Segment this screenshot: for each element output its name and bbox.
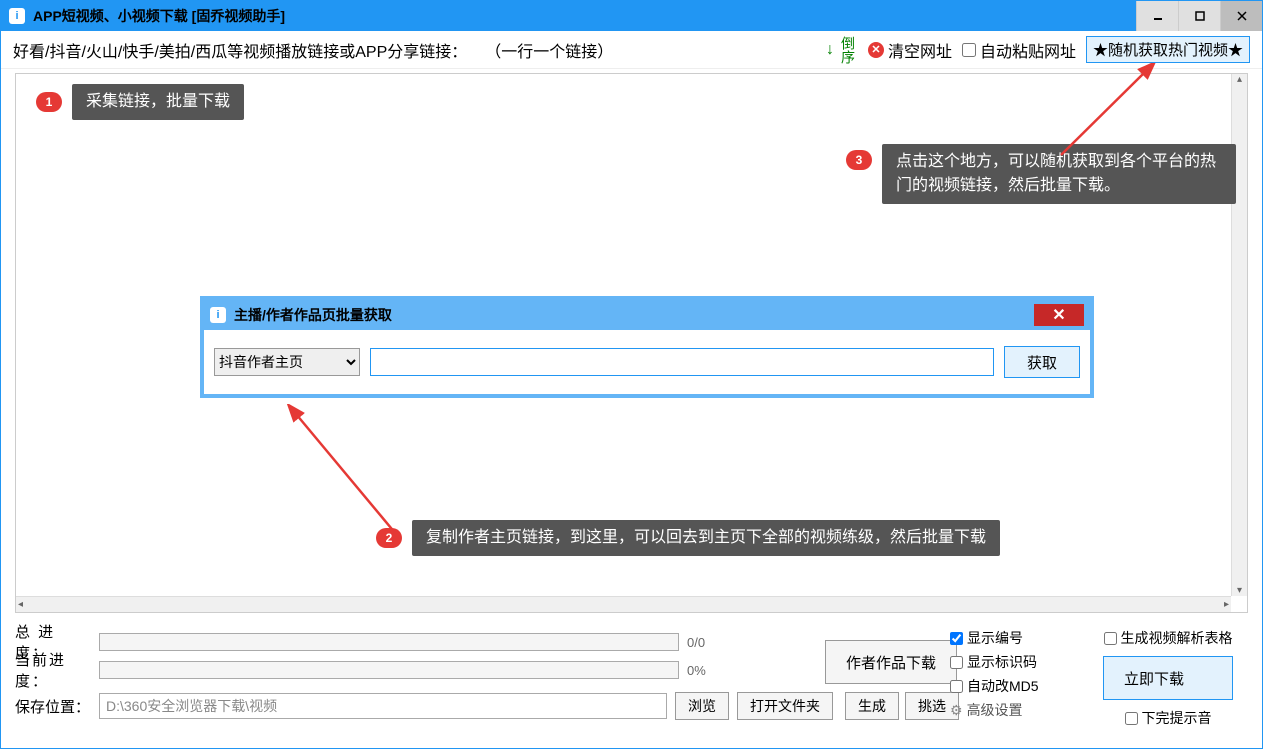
open-folder-button[interactable]: 打开文件夹 — [737, 692, 833, 720]
gear-icon: ⚙ — [950, 702, 963, 719]
dialog-app-icon: i — [210, 307, 226, 323]
clear-label: 清空网址 — [888, 38, 952, 62]
sort-button[interactable]: ↓ 倒序 — [826, 36, 858, 64]
window-controls — [1136, 1, 1262, 31]
dialog-close-button[interactable]: ✕ — [1034, 304, 1084, 326]
app-window: i APP短视频、小视频下载 [固乔视频助手] 好看/抖音/火山/快手/美拍/西… — [0, 0, 1263, 749]
browse-button[interactable]: 浏览 — [675, 692, 729, 720]
callout-text-3: 点击这个地方，可以随机获取到各个平台的热门的视频链接，然后批量下载。 — [882, 144, 1236, 204]
app-icon: i — [9, 8, 25, 24]
callout-num-3: 3 — [846, 150, 872, 170]
horizontal-scrollbar[interactable] — [16, 596, 1231, 612]
callout-3: 3 点击这个地方，可以随机获取到各个平台的热门的视频链接，然后批量下载。 — [846, 144, 1236, 204]
dialog-body: 抖音作者主页 获取 — [204, 330, 1090, 394]
minimize-button[interactable] — [1136, 1, 1178, 31]
save-path-input[interactable] — [99, 693, 667, 719]
toolbar: 好看/抖音/火山/快手/美拍/西瓜等视频播放链接或APP分享链接： （一行一个链… — [1, 31, 1262, 69]
gen-table-checkbox[interactable]: 生成视频解析表格 — [1104, 628, 1233, 648]
callout-1: 1 采集链接，批量下载 — [36, 84, 244, 120]
autopaste-checkbox[interactable]: 自动粘贴网址 — [962, 38, 1076, 62]
toolbar-instruction: 好看/抖音/火山/快手/美拍/西瓜等视频播放链接或APP分享链接： — [13, 38, 467, 62]
autopaste-input[interactable] — [962, 43, 976, 57]
current-progress-bar — [99, 661, 679, 679]
clear-url-button[interactable]: ✕ 清空网址 — [868, 38, 952, 62]
dialog-titlebar: i 主播/作者作品页批量获取 ✕ — [204, 300, 1090, 330]
done-sound-checkbox[interactable]: 下完提示音 — [1125, 708, 1212, 728]
download-column: 生成视频解析表格 立即下载 下完提示音 — [1088, 628, 1248, 728]
download-now-button[interactable]: 立即下载 — [1103, 656, 1233, 700]
callout-2: 2 复制作者主页链接，到这里，可以回去到主页下全部的视频练级，然后批量下载 — [376, 520, 1000, 556]
callout-num-2: 2 — [376, 528, 402, 548]
url-content-area[interactable]: 1 采集链接，批量下载 3 点击这个地方，可以随机获取到各个平台的热门的视频链接… — [15, 73, 1248, 613]
generate-button[interactable]: 生成 — [845, 692, 899, 720]
options-column: 显示编号 显示标识码 自动改MD5 ⚙高级设置 — [950, 628, 1080, 720]
advanced-settings-button[interactable]: ⚙高级设置 — [950, 700, 1080, 720]
auto-md5-checkbox[interactable]: 自动改MD5 — [950, 676, 1080, 696]
current-progress-value: 0% — [687, 663, 727, 678]
total-progress-value: 0/0 — [687, 635, 727, 650]
save-path-label: 保存位置： — [15, 696, 91, 717]
author-dialog: i 主播/作者作品页批量获取 ✕ 抖音作者主页 获取 — [200, 296, 1094, 398]
total-progress-bar — [99, 633, 679, 651]
callout-text-2: 复制作者主页链接，到这里，可以回去到主页下全部的视频练级，然后批量下载 — [412, 520, 1000, 556]
window-title: APP短视频、小视频下载 [固乔视频助手] — [33, 6, 1136, 26]
titlebar: i APP短视频、小视频下载 [固乔视频助手] — [1, 1, 1262, 31]
toolbar-hint: （一行一个链接） — [485, 38, 613, 62]
maximize-button[interactable] — [1178, 1, 1220, 31]
random-hot-video-button[interactable]: ★随机获取热门视频★ — [1086, 36, 1250, 63]
dialog-title: 主播/作者作品页批量获取 — [234, 305, 1034, 325]
author-url-input[interactable] — [370, 348, 994, 376]
close-button[interactable] — [1220, 1, 1262, 31]
clear-icon: ✕ — [868, 42, 884, 58]
fetch-button[interactable]: 获取 — [1004, 346, 1080, 378]
sort-label: 倒序 — [838, 36, 858, 64]
show-number-checkbox[interactable]: 显示编号 — [950, 628, 1080, 648]
bottom-panel: 总 进 度： 0/0 当前进度： 0% 保存位置： 浏览 打开文件夹 作者作品下… — [15, 628, 1248, 738]
autopaste-label: 自动粘贴网址 — [980, 38, 1076, 62]
show-id-checkbox[interactable]: 显示标识码 — [950, 652, 1080, 672]
callout-text-1: 采集链接，批量下载 — [72, 84, 244, 120]
sort-down-icon: ↓ — [826, 41, 834, 59]
platform-select[interactable]: 抖音作者主页 — [214, 348, 360, 376]
callout-num-1: 1 — [36, 92, 62, 112]
author-download-button[interactable]: 作者作品下载 — [825, 640, 957, 684]
current-progress-label: 当前进度： — [15, 649, 91, 691]
